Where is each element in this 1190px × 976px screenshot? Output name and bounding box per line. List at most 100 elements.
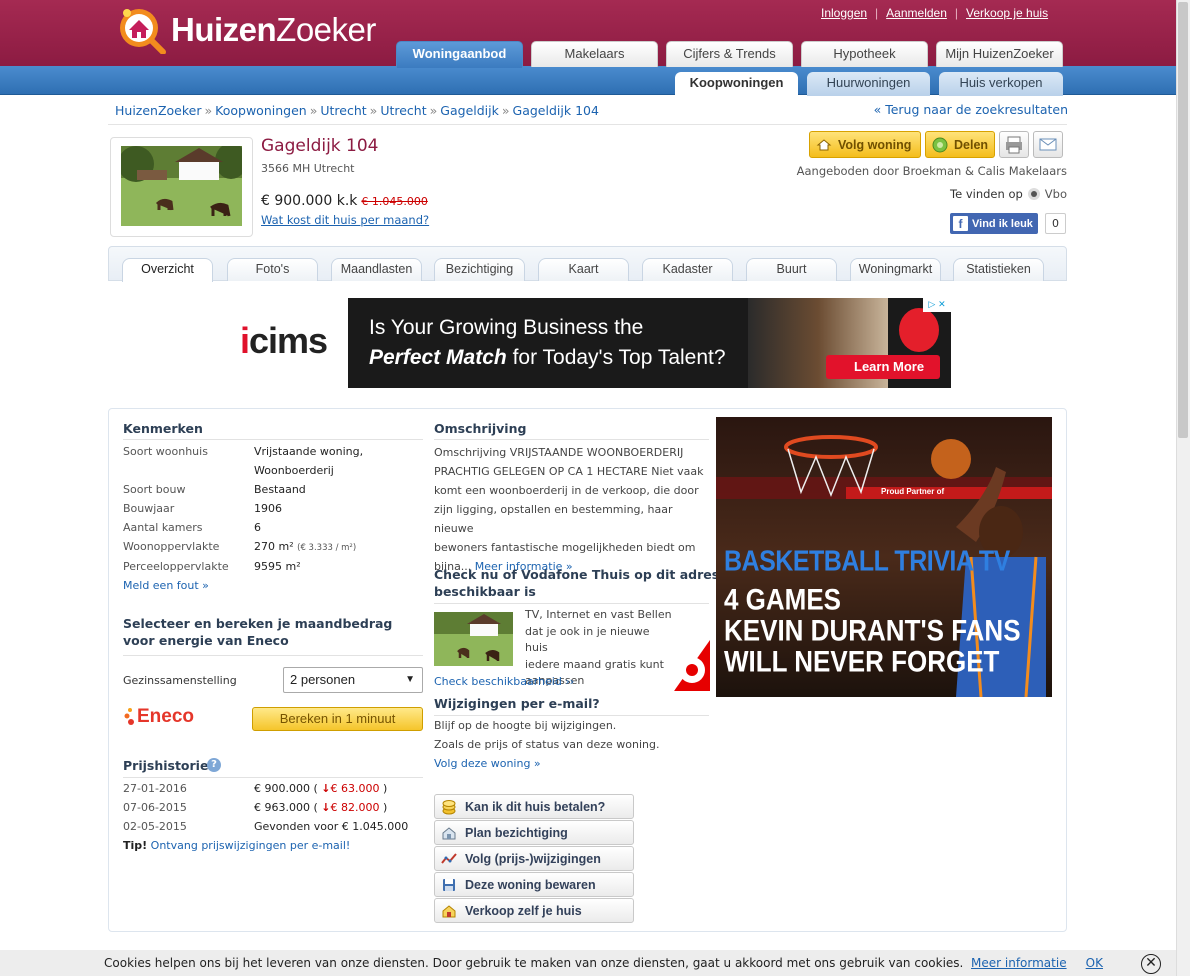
energy-heading-line2: voor energie van Eneco: [123, 633, 289, 648]
scrollbar-thumb[interactable]: [1178, 2, 1188, 438]
close-icon[interactable]: ✕: [1141, 954, 1161, 974]
breadcrumb-item[interactable]: Koopwoningen: [215, 103, 307, 118]
tab-bezichtiging[interactable]: Bezichtiging: [434, 258, 525, 281]
login-link[interactable]: Inloggen: [813, 6, 875, 20]
coins-icon: [441, 799, 457, 815]
ad-headline-1: Is Your Growing Business the: [369, 316, 644, 339]
ad-learn-more-button[interactable]: Learn More: [826, 355, 940, 379]
vodafone-heading-line2: beschikbaar is: [434, 584, 536, 599]
price-history-heading: Prijshistorie: [123, 758, 209, 773]
property-photo: [118, 143, 247, 226]
tab-buurt[interactable]: Buurt: [746, 258, 837, 281]
sell-own-house-button[interactable]: Verkoop zelf je huis: [434, 898, 634, 923]
cookie-more-info-link[interactable]: Meer informatie: [971, 956, 1067, 970]
afford-house-button[interactable]: Kan ik dit huis betalen?: [434, 794, 634, 819]
help-icon[interactable]: ?: [207, 758, 221, 772]
subtab-huurwoningen[interactable]: Huurwoningen: [807, 72, 930, 96]
calculate-button[interactable]: Bereken in 1 minuut: [252, 707, 423, 731]
print-button[interactable]: [999, 131, 1029, 158]
property-price: € 900.000 k.k € 1.045.000: [261, 193, 428, 209]
price-per-m2: (€ 3.333 / m²): [297, 543, 357, 553]
kenmerk-value: 270 m² (€ 3.333 / m²): [254, 540, 357, 553]
agent-link[interactable]: Broekman & Calis Makelaars: [903, 164, 1067, 178]
house-icon: [816, 137, 832, 153]
tab-kadaster[interactable]: Kadaster: [642, 258, 733, 281]
household-select[interactable]: 2 personen ▼: [283, 667, 423, 693]
facebook-like-label: Vind ik leuk: [972, 217, 1033, 230]
eneco-logo: Eneco: [123, 706, 194, 728]
site-logo[interactable]: HuizenZoeker: [113, 6, 376, 55]
price-suffix: k.k: [336, 193, 358, 209]
offered-by: Aangeboden door Broekman & Calis Makelaa…: [796, 164, 1067, 178]
kenmerk-label: Aantal kamers: [123, 521, 203, 534]
price-alert-link[interactable]: Ontvang prijswijzigingen per e-mail!: [151, 839, 351, 852]
vodafone-logo-icon: [674, 630, 710, 691]
kenmerk-value: Woonboerderij: [254, 464, 334, 477]
tab-cijfers-trends[interactable]: Cijfers & Trends: [666, 41, 793, 67]
tab-overzicht[interactable]: Overzicht: [122, 258, 213, 282]
price-tip: Tip! Ontvang prijswijzigingen per e-mail…: [123, 839, 351, 852]
house-sell-icon: [441, 903, 457, 919]
ad-partner-banner: Proud Partner of: [881, 487, 945, 496]
adchoices-icon[interactable]: ▷ ✕: [923, 298, 951, 312]
tab-statistieken[interactable]: Statistieken: [953, 258, 1044, 281]
follow-this-home-link[interactable]: Volg deze woning »: [434, 757, 541, 770]
arrow-down-icon: ↓: [321, 782, 331, 795]
subtab-huis-verkopen[interactable]: Huis verkopen: [939, 72, 1063, 96]
description-text: Omschrijving VRIJSTAANDE WOONBOERDERIJ PR…: [434, 446, 704, 573]
price-date: 07-06-2015: [123, 801, 187, 814]
subtab-koopwoningen[interactable]: Koopwoningen: [675, 72, 798, 97]
tab-maandlasten[interactable]: Maandlasten: [331, 258, 422, 281]
top-links: Inloggen | Aanmelden | Verkoop je huis: [813, 6, 1056, 20]
ad-bird-mascot-icon: [899, 308, 939, 352]
facebook-like-button[interactable]: f Vind ik leuk: [950, 213, 1038, 234]
tab-woningmarkt[interactable]: Woningmarkt: [850, 258, 941, 281]
breadcrumb-item[interactable]: Utrecht: [320, 103, 366, 118]
ad-banner-icims[interactable]: iicimscims Is Your Growing Business the …: [223, 298, 951, 388]
vbo-label: Vbo: [1044, 187, 1067, 201]
breadcrumb-item[interactable]: Utrecht: [380, 103, 426, 118]
breadcrumb-item-current[interactable]: Gageldijk 104: [513, 103, 599, 118]
follow-price-changes-button[interactable]: Volg (prijs-)wijzigingen: [434, 846, 634, 871]
tab-hypotheek[interactable]: Hypotheek: [801, 41, 928, 67]
tab-mijn-huizenzoeker[interactable]: Mijn HuizenZoeker: [936, 41, 1063, 67]
check-availability-link[interactable]: Check beschikbaarheid ››: [434, 675, 574, 688]
tab-makelaars[interactable]: Makelaars: [531, 41, 658, 67]
tab-kaart[interactable]: Kaart: [538, 258, 629, 281]
tab-woningaanbod[interactable]: Woningaanbod: [396, 41, 523, 68]
vbo-logo-icon: [1027, 188, 1040, 200]
cookie-text: Cookies helpen ons bij het leveren van o…: [104, 956, 1103, 970]
share-button[interactable]: Delen: [925, 131, 995, 158]
facebook-like-count: 0: [1045, 213, 1066, 234]
report-error-link[interactable]: Meld een fout »: [123, 579, 209, 592]
household-label: Gezinssamenstelling: [123, 674, 237, 687]
cookie-ok-link[interactable]: OK: [1086, 956, 1103, 970]
kenmerk-value: Vrijstaande woning,: [254, 445, 364, 458]
register-link[interactable]: Aanmelden: [878, 6, 955, 20]
plan-viewing-button[interactable]: Plan bezichtiging: [434, 820, 634, 845]
back-to-results-link[interactable]: « Terug naar de zoekresultaten: [874, 102, 1068, 117]
price-history-value: € 900.000 ( ↓€ 63.000 ): [254, 782, 388, 795]
house-magnifier-icon: [113, 6, 169, 55]
printer-icon: [1006, 136, 1022, 154]
sell-house-link[interactable]: Verkoop je huis: [958, 6, 1056, 20]
follow-home-button[interactable]: Volg woning: [809, 131, 921, 158]
breadcrumb-item[interactable]: HuizenZoeker: [115, 103, 202, 118]
price-date: 27-01-2016: [123, 782, 187, 795]
divider: [123, 439, 423, 440]
breadcrumb-item[interactable]: Gageldijk: [440, 103, 499, 118]
follow-home-label: Volg woning: [838, 137, 912, 152]
tab-fotos[interactable]: Foto's: [227, 258, 318, 281]
logo-text-bold: Huizen: [171, 11, 277, 48]
share-label: Delen: [954, 137, 989, 152]
kenmerk-label: Soort bouw: [123, 483, 186, 496]
divider: [434, 439, 709, 440]
vodafone-heading-line1: Check nu of Vodafone Thuis op dit adres: [434, 567, 720, 582]
email-button[interactable]: [1033, 131, 1063, 158]
property-photo-frame[interactable]: [110, 137, 253, 237]
divider: [108, 124, 1067, 125]
monthly-cost-link[interactable]: Wat kost dit huis per maand?: [261, 213, 429, 227]
save-home-button[interactable]: Deze woning bewaren: [434, 872, 634, 897]
ad-basketball-trivia[interactable]: Proud Partner of BASKETBALL TRIVIA TV 4 …: [716, 417, 1052, 697]
chart-trend-icon: [441, 851, 457, 867]
